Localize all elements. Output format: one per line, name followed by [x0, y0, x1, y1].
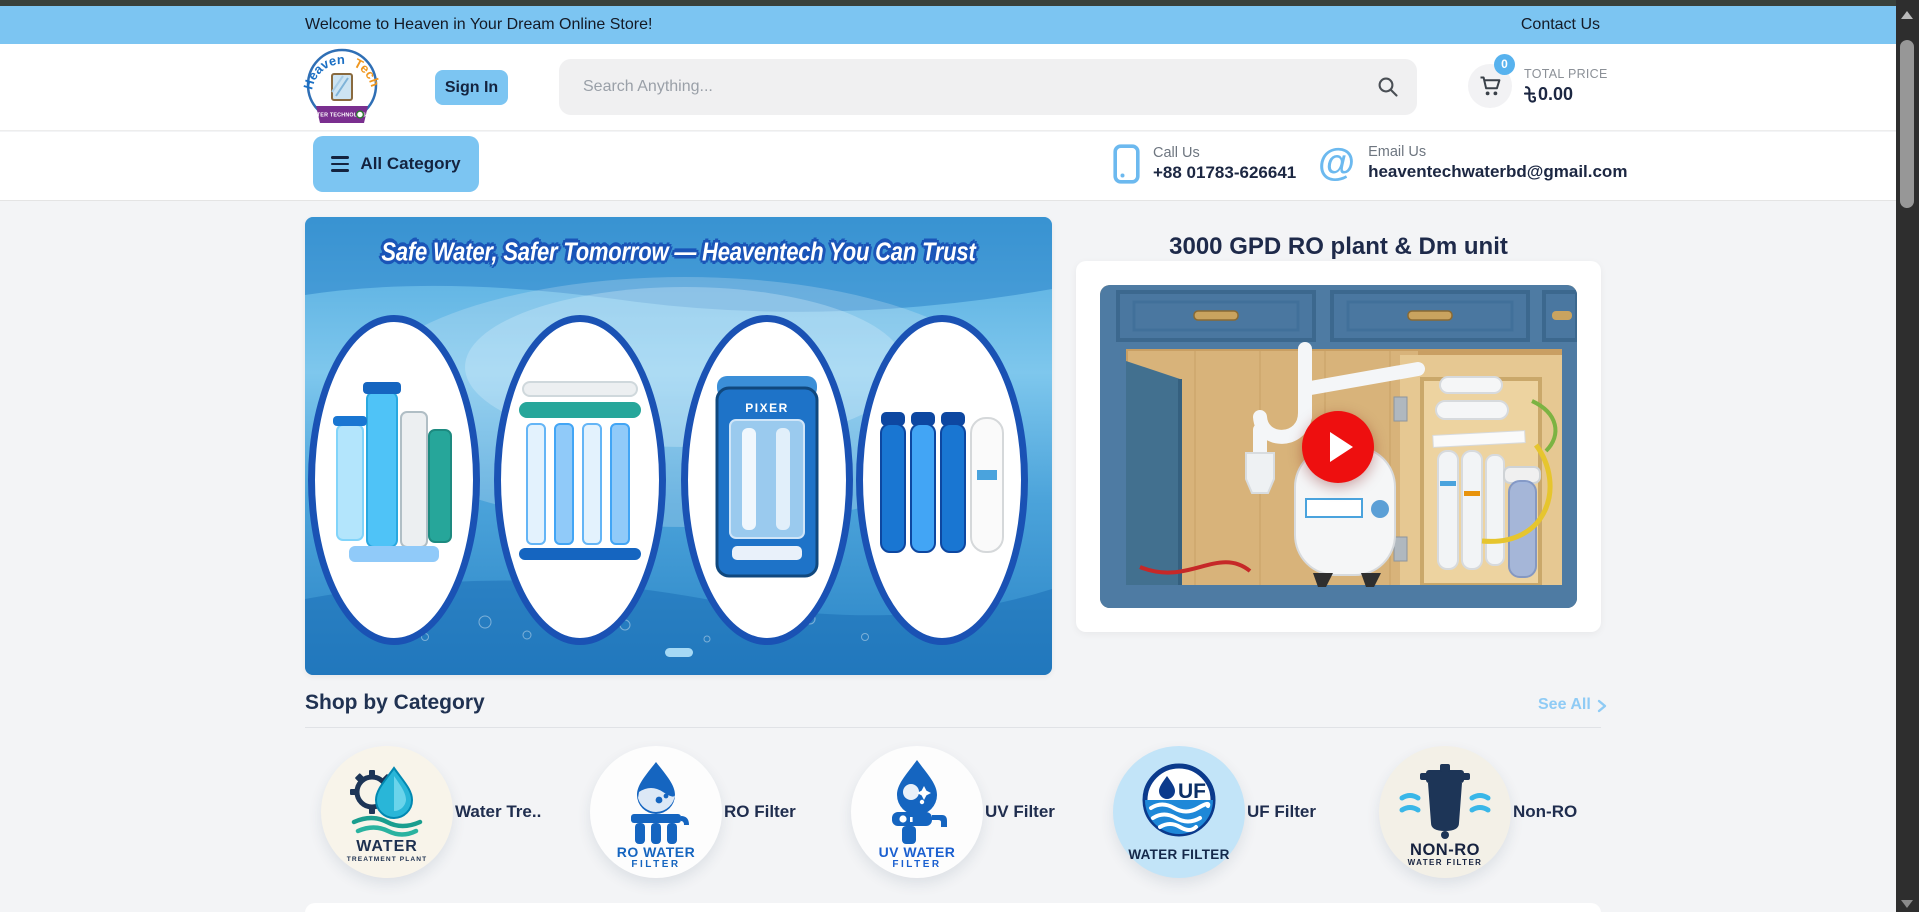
search-input[interactable] [559, 59, 1417, 115]
banner-product-ro-system [494, 315, 666, 645]
cart-icon [1478, 74, 1502, 98]
slider-active-dot[interactable] [665, 648, 693, 657]
category-label: RO Filter [724, 802, 796, 822]
play-icon [1330, 432, 1353, 462]
total-price-value: 0.00 [1524, 84, 1608, 105]
category-label: Non-RO [1513, 802, 1577, 822]
hero-banner-slide[interactable]: Safe Water, Safer Tomorrow — Heaventech … [305, 217, 1052, 675]
banner-product-cartridges [308, 315, 480, 645]
search-bar [559, 59, 1417, 115]
scrollbar[interactable] [1896, 0, 1919, 912]
uf-water-filter-icon: UF WATER FILTER [1124, 756, 1234, 868]
video-card [1076, 261, 1601, 632]
category-icon-circle: NON-RO WATER FILTER [1379, 746, 1511, 878]
banner-headline: Safe Water, Safer Tomorrow — Heaventech … [305, 237, 1052, 268]
cart-total: TOTAL PRICE 0.00 [1524, 67, 1608, 105]
sign-in-button[interactable]: Sign In [435, 70, 508, 105]
scroll-up-arrow-icon[interactable] [1901, 11, 1913, 19]
banner-product-cabinet-purifier: PIXER [681, 315, 853, 645]
phone-icon [1113, 144, 1140, 184]
next-section-card-top [305, 903, 1601, 912]
welcome-bar: Welcome to Heaven in Your Dream Online S… [0, 6, 1896, 44]
cart-count-badge: 0 [1494, 54, 1515, 75]
call-us-label: Call Us [1153, 145, 1296, 161]
play-button[interactable] [1302, 411, 1374, 483]
category-icon-circle: WATER TREATMENT PLANT [321, 746, 453, 878]
header-secondary-row: All Category Call Us +88 01783-626641 @ … [0, 132, 1896, 201]
category-item-uv-filter[interactable]: UV WATER FILTER UV Filter [851, 746, 1055, 878]
email-us-block[interactable]: @ Email Us heaventechwaterbd@gmail.com [1318, 144, 1627, 182]
shop-by-category-heading: Shop by Category [305, 691, 485, 715]
category-item-uf-filter[interactable]: UF WATER FILTER UF Filter [1113, 746, 1316, 878]
all-category-label: All Category [360, 154, 460, 174]
icon-text-treatment-plant: TREATMENT PLANT [347, 856, 427, 863]
header-main-row: Heaven Tech WATER TECHNOLOGY Sign In [0, 44, 1896, 131]
total-price-amount: 0.00 [1538, 84, 1573, 105]
category-label: UF Filter [1247, 802, 1316, 822]
category-item-water-treatment[interactable]: WATER TREATMENT PLANT Water Tre.. [321, 746, 541, 878]
chevron-right-icon [1597, 699, 1607, 713]
total-price-label: TOTAL PRICE [1524, 67, 1608, 81]
category-label: Water Tre.. [455, 802, 541, 822]
water-treatment-plant-icon: WATER TREATMENT PLANT [332, 756, 442, 868]
call-us-block[interactable]: Call Us +88 01783-626641 [1113, 144, 1296, 184]
cart-button[interactable]: 0 [1468, 64, 1512, 108]
uv-water-filter-icon: UV WATER FILTER [862, 756, 972, 868]
email-us-address: heaventechwaterbd@gmail.com [1368, 162, 1627, 182]
scroll-down-arrow-icon[interactable] [1901, 900, 1913, 908]
icon-text-filter: FILTER [892, 859, 941, 868]
see-all-link[interactable]: See All [1538, 696, 1607, 714]
category-item-non-ro[interactable]: NON-RO WATER FILTER Non-RO [1379, 746, 1577, 878]
video-section-title: 3000 GPD RO plant & Dm unit [1076, 233, 1601, 261]
email-us-label: Email Us [1368, 144, 1627, 160]
section-divider [305, 727, 1601, 728]
icon-text-uv-water: UV WATER [879, 844, 956, 860]
scrollbar-thumb[interactable] [1900, 40, 1914, 208]
icon-text-filter: FILTER [631, 859, 680, 868]
category-item-ro-filter[interactable]: RO WATER FILTER RO Filter [590, 746, 796, 878]
ro-water-filter-icon: RO WATER FILTER [601, 756, 711, 868]
icon-text-non-ro: NON-RO [1410, 841, 1480, 859]
store-logo[interactable]: Heaven Tech WATER TECHNOLOGY [303, 48, 381, 128]
call-us-number: +88 01783-626641 [1153, 163, 1296, 183]
icon-text-uf: UF [1178, 780, 1206, 803]
video-thumbnail[interactable] [1100, 285, 1577, 608]
page: Welcome to Heaven in Your Dream Online S… [0, 0, 1919, 912]
all-category-button[interactable]: All Category [313, 136, 479, 192]
search-icon[interactable] [1377, 76, 1399, 98]
contact-us-link[interactable]: Contact Us [1521, 6, 1600, 44]
window-top-strip [0, 0, 1919, 6]
icon-text-water-filter: WATER FILTER [1128, 847, 1229, 862]
category-label: UV Filter [985, 802, 1055, 822]
at-sign-icon: @ [1318, 144, 1355, 182]
see-all-label: See All [1538, 696, 1591, 714]
banner-product-filter-columns [856, 315, 1028, 645]
category-icon-circle: UV WATER FILTER [851, 746, 983, 878]
icon-text-water: WATER [356, 838, 418, 855]
hamburger-icon [331, 156, 349, 172]
category-icon-circle: UF WATER FILTER [1113, 746, 1245, 878]
welcome-text: Welcome to Heaven in Your Dream Online S… [305, 6, 652, 44]
taka-symbol [1524, 86, 1536, 103]
category-icon-circle: RO WATER FILTER [590, 746, 722, 878]
icon-text-water-filter: WATER FILTER [1408, 858, 1483, 867]
non-ro-filter-icon: NON-RO WATER FILTER [1390, 756, 1500, 868]
banner-product-brand: PIXER [745, 401, 789, 415]
icon-text-ro-water: RO WATER [617, 844, 695, 860]
